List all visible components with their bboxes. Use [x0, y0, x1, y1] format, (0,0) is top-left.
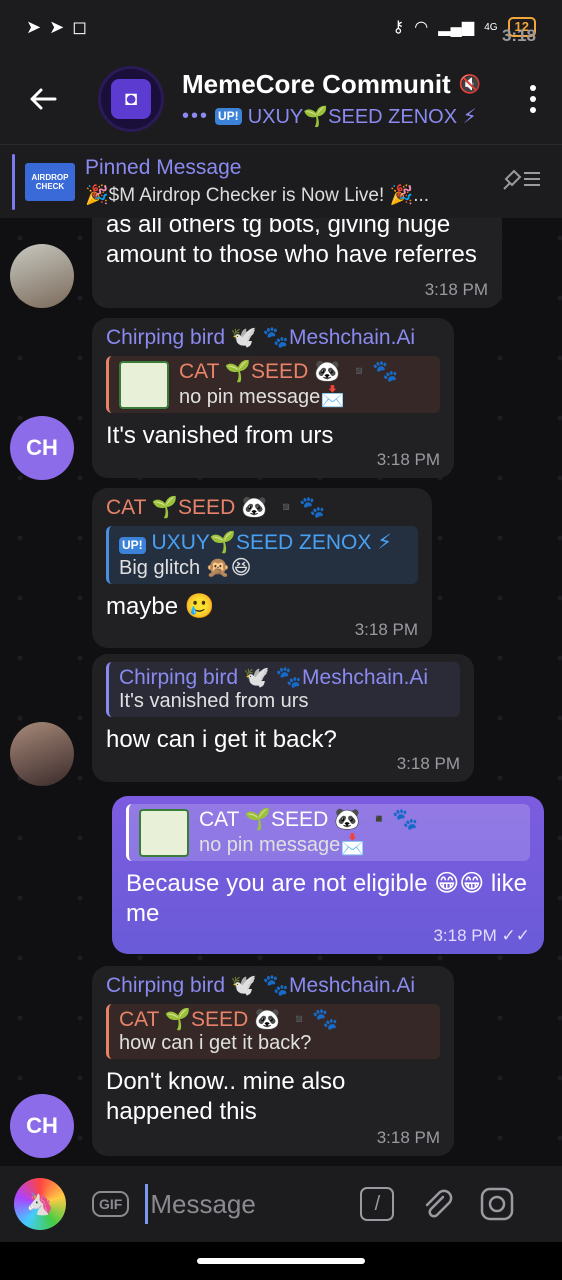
- message-time: 3:18 PM ✓✓: [433, 926, 531, 945]
- reply-quote[interactable]: Chirping bird 🕊️ 🐾Meshchain.Ai It's vani…: [106, 662, 460, 717]
- pinned-text: 🎉$M Airdrop Checker is Now Live! 🎉...: [85, 185, 430, 206]
- sender-name[interactable]: Chirping bird 🕊️ 🐾Meshchain.Ai: [106, 326, 440, 350]
- reply-thumbnail: [139, 808, 189, 857]
- message-bubble[interactable]: as all others tg bots, giving huge amoun…: [92, 218, 502, 308]
- pinned-message-bar[interactable]: AIRDROP CHECK Pinned Message 🎉$M Airdrop…: [0, 144, 562, 218]
- message-time: 3:18 PM: [376, 1128, 440, 1147]
- gif-button[interactable]: GIF: [92, 1191, 130, 1217]
- muted-icon: 🔇: [458, 74, 482, 94]
- signal-icon: ▂▄▆: [438, 19, 475, 36]
- chat-subtitle: UXUY🌱SEED ZENOX ⚡: [247, 106, 477, 128]
- telegram-icon: ➤: [49, 16, 65, 37]
- key-icon: ⚷: [392, 19, 405, 36]
- pin-list-icon: [503, 169, 540, 190]
- reply-text: no pin message📩: [199, 834, 366, 856]
- attach-button[interactable]: [419, 1186, 455, 1222]
- up-badge: UP!: [215, 108, 242, 125]
- reply-text: Big glitch 🙊😆: [119, 557, 252, 579]
- message-text: Don't know.. mine also happened this: [106, 1068, 346, 1125]
- reply-sender: UXUY🌱SEED ZENOX ⚡: [151, 531, 392, 554]
- notification-icons: ➤ ➤ ◻: [26, 17, 87, 38]
- camera-icon: [481, 1187, 514, 1221]
- slash-icon: /: [360, 1187, 395, 1221]
- more-menu-button[interactable]: [530, 85, 536, 113]
- pin-list-button[interactable]: [502, 165, 542, 198]
- system-nav-bar: [0, 1242, 562, 1280]
- up-badge: UP!: [119, 537, 146, 554]
- reply-sender: CAT 🌱SEED 🐼 ▪️🐾: [179, 360, 399, 383]
- read-ticks-icon: ✓✓: [501, 926, 531, 945]
- reply-text: how can i get it back?: [119, 1032, 312, 1054]
- message-text: as all others tg bots, giving huge amoun…: [106, 218, 477, 268]
- chat-header: ◘ MemeCore Communit 🔇 ••• UP! UXUY🌱SEED ZEN…: [0, 54, 562, 144]
- instagram-icon: ◻: [72, 16, 88, 37]
- status-time: 3:18: [501, 26, 536, 45]
- telegram-icon: ➤: [26, 16, 42, 37]
- own-message-bubble[interactable]: CAT 🌱SEED 🐼 ▪️🐾 no pin message📩 Because …: [112, 796, 544, 954]
- pin-indicator: [12, 153, 15, 210]
- reply-text: It's vanished from urs: [119, 690, 309, 712]
- message-bubble[interactable]: Chirping bird 🕊️ 🐾Meshchain.Ai CAT 🌱SEED…: [92, 318, 454, 478]
- network-type: 4G: [484, 21, 498, 33]
- message-time: 3:18 PM: [424, 280, 488, 299]
- avatar[interactable]: [10, 244, 74, 308]
- message-list[interactable]: as all others tg bots, giving huge amoun…: [0, 218, 562, 1166]
- pinned-thumbnail: AIRDROP CHECK: [25, 162, 75, 201]
- composer-bar: 🦄 GIF /: [0, 1166, 562, 1242]
- message-time: 3:18 PM: [354, 620, 418, 639]
- back-button[interactable]: [26, 82, 60, 116]
- wifi-icon: ◠: [414, 19, 429, 36]
- message-bubble[interactable]: CAT 🌱SEED 🐼 ▪️🐾 UP! UXUY🌱SEED ZENOX ⚡ Bi…: [92, 488, 432, 648]
- pinned-title: Pinned Message: [85, 156, 242, 179]
- message-bubble[interactable]: Chirping bird 🕊️ 🐾Meshchain.Ai It's vani…: [92, 654, 474, 782]
- reply-text: no pin message📩: [179, 386, 346, 408]
- reply-quote[interactable]: CAT 🌱SEED 🐼 ▪️🐾 no pin message📩: [106, 356, 440, 413]
- message-text: maybe 🥲: [106, 593, 215, 620]
- chat-logo-icon: ◘: [111, 79, 151, 119]
- message-time: 3:18 PM: [376, 450, 440, 469]
- home-indicator[interactable]: [197, 1258, 365, 1264]
- status-bar: 3:18 ➤ ➤ ◻ ⚷ ◠ ▂▄▆ 4G 12: [0, 0, 562, 54]
- reply-quote[interactable]: UP! UXUY🌱SEED ZENOX ⚡ Big glitch 🙊😆: [106, 526, 418, 584]
- camera-button[interactable]: [479, 1186, 515, 1222]
- message-text: Because you are not eligible 😁😁 like me: [126, 870, 527, 927]
- sender-name[interactable]: Chirping bird 🕊️ 🐾Meshchain.Ai: [106, 974, 440, 998]
- reply-thumbnail: [119, 360, 169, 409]
- sender-name[interactable]: CAT 🌱SEED 🐼 ▪️🐾: [106, 496, 418, 520]
- message-input[interactable]: [145, 1184, 336, 1224]
- back-arrow-icon: [30, 88, 57, 110]
- reply-quote[interactable]: CAT 🌱SEED 🐼 ▪️🐾 no pin message📩: [126, 804, 530, 861]
- avatar[interactable]: CH: [10, 416, 74, 480]
- chat-title: MemeCore Communit: [182, 69, 451, 99]
- chat-info[interactable]: MemeCore Communit 🔇 ••• UP! UXUY🌱SEED ZENOX…: [182, 69, 492, 129]
- reply-sender: CAT 🌱SEED 🐼 ▪️🐾: [199, 808, 419, 831]
- avatar[interactable]: [10, 722, 74, 786]
- chat-avatar[interactable]: ◘: [98, 66, 164, 132]
- typing-dots-icon: •••: [182, 105, 210, 127]
- bot-commands-button[interactable]: /: [359, 1186, 395, 1222]
- message-time: 3:18 PM: [396, 754, 460, 773]
- reply-quote[interactable]: CAT 🌱SEED 🐼 ▪️🐾 how can i get it back?: [106, 1004, 440, 1059]
- paperclip-icon: [426, 1189, 453, 1218]
- unicorn-icon: 🦄: [26, 1191, 54, 1216]
- message-text: how can i get it back?: [106, 726, 337, 753]
- message-text: It's vanished from urs: [106, 422, 334, 449]
- sticker-button[interactable]: 🦄: [14, 1178, 66, 1230]
- message-bubble[interactable]: Chirping bird 🕊️ 🐾Meshchain.Ai CAT 🌱SEED…: [92, 966, 454, 1156]
- avatar[interactable]: CH: [10, 1094, 74, 1158]
- reply-sender: Chirping bird 🕊️ 🐾Meshchain.Ai: [119, 666, 429, 689]
- reply-sender: CAT 🌱SEED 🐼 ▪️🐾: [119, 1008, 339, 1031]
